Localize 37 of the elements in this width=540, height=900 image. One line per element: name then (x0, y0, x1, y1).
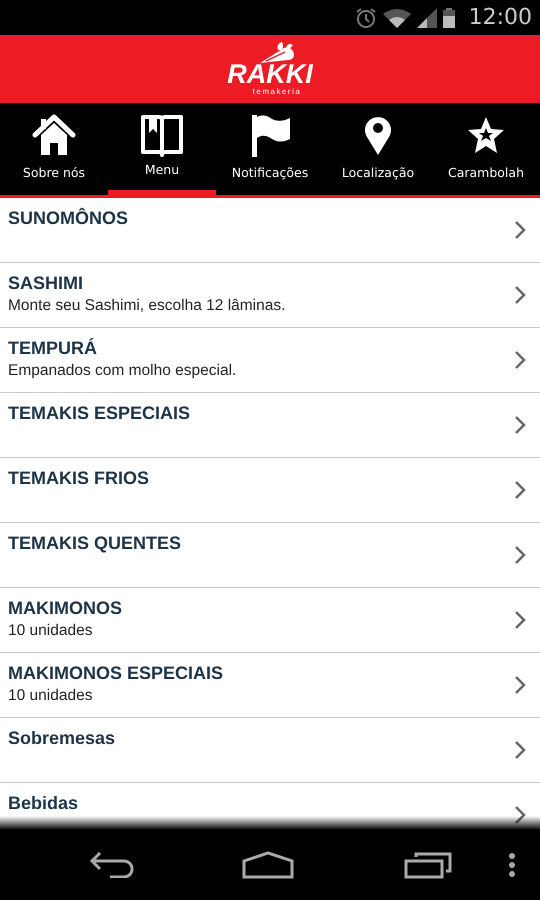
chevron-right-icon (514, 805, 526, 825)
chevron-right-icon (514, 480, 526, 500)
house-icon (32, 113, 76, 157)
category-title: MAKIMONOS (8, 598, 122, 619)
category-title: SUNOMÔNOS (8, 208, 128, 229)
category-description: Empanados com molho especial. (8, 362, 236, 380)
wifi-icon (382, 8, 411, 28)
chevron-right-icon (514, 675, 526, 695)
logo-text: RAKKI (227, 61, 313, 87)
category-description: Monte seu Sashimi, escolha 12 lâminas. (8, 297, 286, 315)
overflow-menu-icon[interactable] (508, 852, 516, 878)
category-title: TEMAKIS ESPECIAIS (8, 403, 190, 424)
category-title: Sobremesas (8, 728, 116, 749)
chevron-right-icon (514, 610, 526, 630)
signal-icon (416, 8, 437, 28)
back-icon[interactable] (88, 852, 136, 878)
chevron-right-icon (514, 350, 526, 370)
category-title: TEMAKIS QUENTES (8, 533, 182, 554)
logo-subtext: temakeria (252, 87, 302, 96)
category-title: TEMPURÁ (8, 338, 98, 359)
category-description: 10 unidades (8, 622, 94, 640)
home-icon[interactable] (242, 851, 294, 879)
chevron-right-icon (514, 220, 526, 240)
category-title: Bebidas (8, 793, 78, 814)
chevron-right-icon (514, 545, 526, 565)
battery-icon (442, 8, 455, 28)
status-time: 12:00 (468, 5, 532, 30)
chevron-right-icon (514, 415, 526, 435)
chevron-right-icon (514, 740, 526, 760)
category-title: MAKIMONOS ESPECIAIS (8, 663, 224, 684)
category-title: TEMAKIS FRIOS (8, 468, 150, 489)
recent-apps-icon[interactable] (404, 851, 452, 879)
category-description: 10 unidades (8, 687, 94, 705)
book-icon (140, 113, 184, 157)
chevron-right-icon (514, 285, 526, 305)
alarm-icon (354, 6, 377, 28)
category-title: SASHIMI (8, 273, 84, 294)
